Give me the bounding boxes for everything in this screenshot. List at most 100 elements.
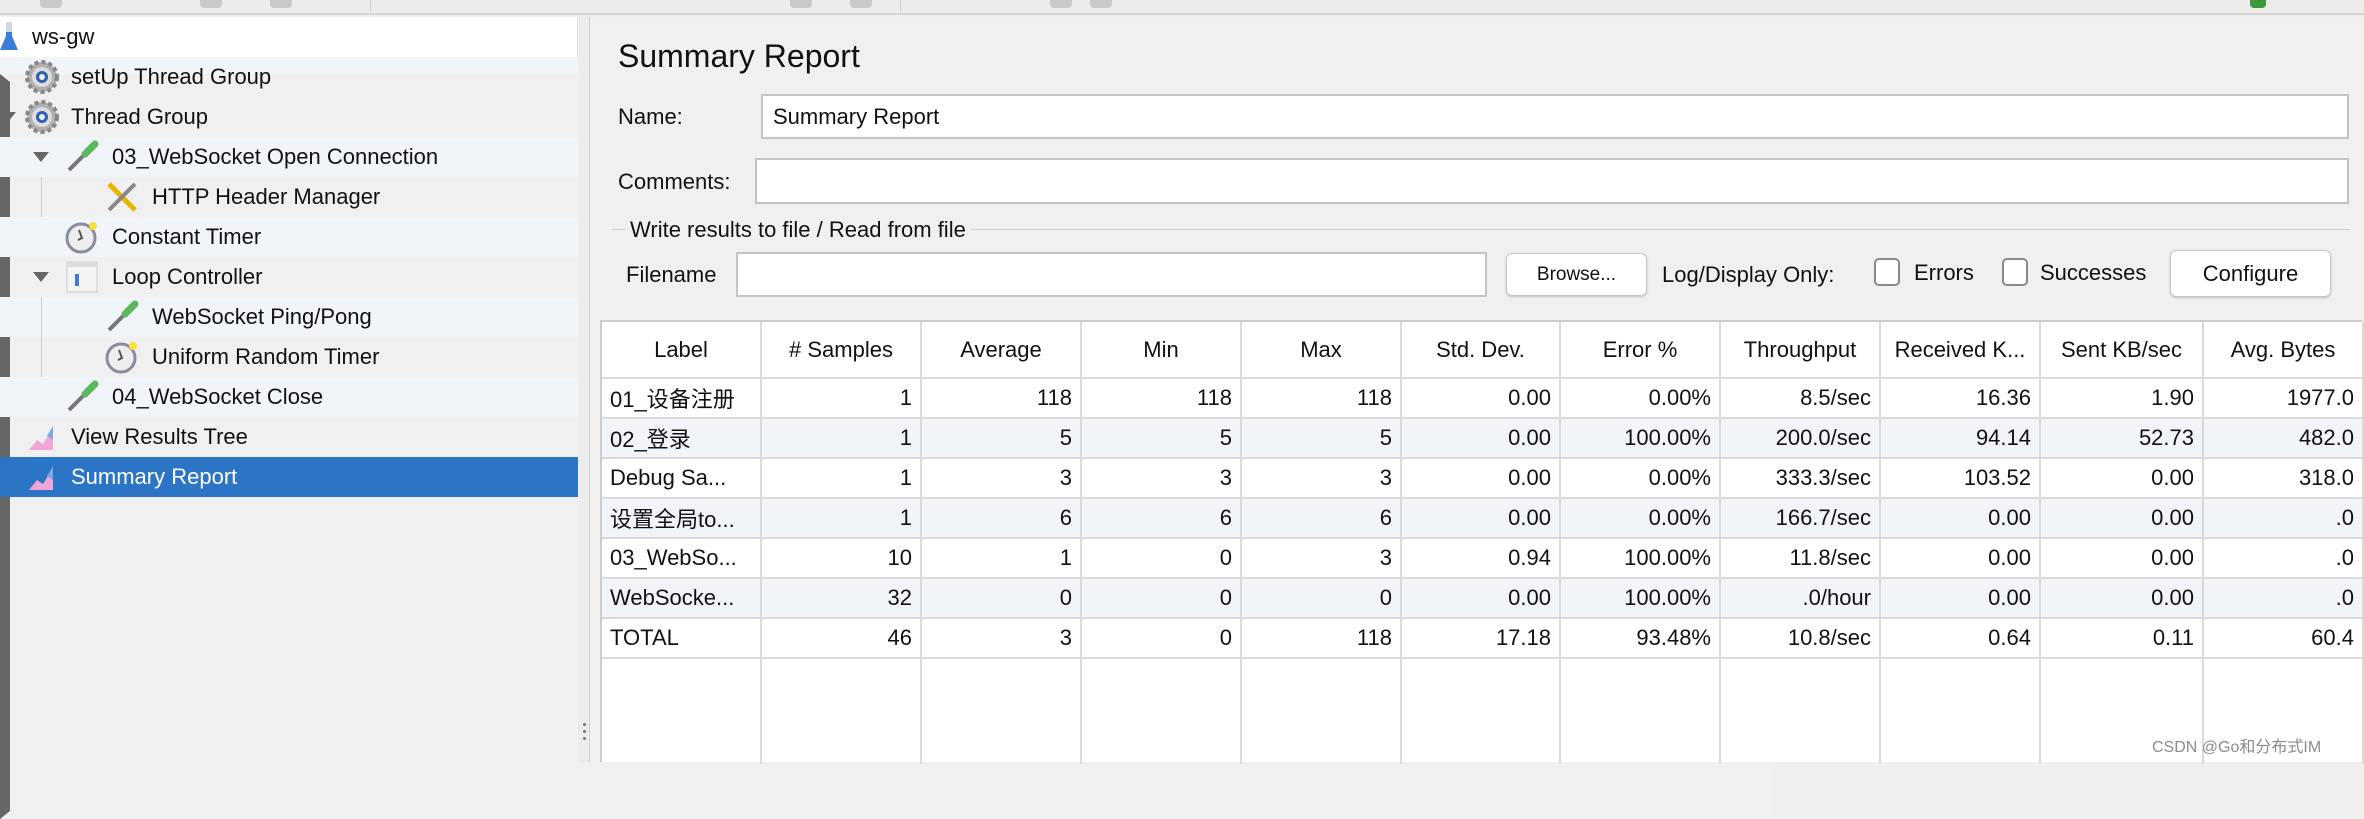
column-header[interactable]: Error % (1561, 322, 1721, 379)
tree-item-04-websocket-close[interactable]: 04_WebSocket Close (0, 377, 578, 417)
successes-checkbox[interactable] (2002, 258, 2028, 286)
table-cell: 118 (1082, 379, 1242, 419)
table-cell: 0.00 (2041, 579, 2204, 619)
column-divider (2039, 659, 2041, 764)
table-cell: 0 (922, 579, 1082, 619)
chart-listener-icon (25, 420, 59, 454)
tree-item-summary-report[interactable]: Summary Report (0, 457, 578, 497)
toolbar-button[interactable] (270, 0, 292, 8)
comments-label: Comments: (618, 169, 731, 194)
tree-item-03-websocket-open-connection[interactable]: 03_WebSocket Open Connection (0, 137, 578, 177)
toolbar-button[interactable] (850, 0, 872, 8)
tree-item-setup-thread-group[interactable]: setUp Thread Group (0, 57, 1773, 819)
column-header[interactable]: Max (1242, 322, 1402, 379)
table-row[interactable]: 01_设备注册 1 118 118 118 0.00 0.00% 8.5/sec 16.36 1.… (602, 379, 2364, 419)
tree-item-uniform-random-timer[interactable]: Uniform Random Timer (0, 337, 578, 377)
column-header[interactable]: Throughput (1721, 322, 1881, 379)
tree-item-constant-timer[interactable]: Constant Timer (0, 217, 578, 257)
table-cell: 3 (1242, 459, 1402, 499)
table-cell: 103.52 (1881, 459, 2041, 499)
file-group-title: Write results to file / Read from file (626, 217, 970, 243)
splitter-grip (583, 737, 586, 740)
table-cell: 0.00 (2041, 539, 2204, 579)
log-display-only-label: Log/Display Only: (1662, 262, 1835, 287)
name-label: Name: (618, 104, 683, 129)
tree-item-label: HTTP Header Manager (152, 184, 381, 209)
column-header[interactable]: Label (602, 322, 762, 379)
table-cell: 0.11 (2041, 619, 2204, 659)
toolbar-button[interactable] (1050, 0, 1072, 8)
toolbar-button[interactable] (40, 0, 62, 8)
tree-item-http-header-manager[interactable]: HTTP Header Manager (0, 177, 578, 217)
table-cell: 10 (762, 539, 922, 579)
table-cell: .0 (2204, 579, 2364, 619)
table-cell: 3 (922, 619, 1082, 659)
pipette-sampler-icon (105, 300, 139, 334)
column-header[interactable]: # Samples (762, 322, 922, 379)
total-row[interactable]: TOTAL 46 3 0 118 17.18 93.48% 10.8/sec 0.64 0.11 6… (602, 619, 2364, 659)
watermark: CSDN @Go和分布式IM (2152, 739, 2322, 756)
column-header[interactable]: Received K... (1881, 322, 2041, 379)
column-divider (1879, 659, 1881, 764)
table-cell: 8.5/sec (1721, 379, 1881, 419)
column-divider (1719, 659, 1721, 764)
browse-button[interactable]: Browse... (1506, 253, 1647, 296)
controller-icon (65, 260, 99, 294)
column-header[interactable]: Min (1082, 322, 1242, 379)
column-header[interactable]: Avg. Bytes (2204, 322, 2364, 379)
table-cell: 0.00 (1881, 539, 2041, 579)
name-input[interactable]: Summary Report (761, 94, 2349, 139)
splitter-grip (583, 723, 586, 726)
pane-splitter[interactable] (579, 17, 590, 762)
table-row[interactable]: 03_WebSo... 10 1 0 3 0.94 100.00% 11.8/sec 0.00 0… (602, 539, 2364, 579)
tree-item-ws-gw[interactable]: ws-gw (0, 17, 578, 57)
wrench-screwdriver-icon (105, 180, 139, 214)
table-cell: 482.0 (2204, 419, 2364, 459)
column-header[interactable]: Average (922, 322, 1082, 379)
toolbar-button[interactable] (1090, 0, 1112, 8)
table-row[interactable]: 设置全局to... 1 6 6 6 0.00 0.00% 166.7/sec 0.00 0.00.… (602, 499, 2364, 539)
chevron-down-icon[interactable] (33, 272, 49, 282)
table-cell: .0/hour (1721, 579, 1881, 619)
table-row[interactable]: WebSocke... 32 0 0 0 0.00 100.00% .0/hour 0.00 0.… (602, 579, 2364, 619)
table-cell: 02_登录 (602, 419, 762, 459)
tree-item-websocket-ping-pong[interactable]: WebSocket Ping/Pong (0, 297, 578, 337)
table-cell: 118 (922, 379, 1082, 419)
column-divider (1240, 659, 1242, 764)
table-cell: 11.8/sec (1721, 539, 1881, 579)
chevron-down-icon[interactable] (0, 112, 16, 122)
column-header[interactable]: Std. Dev. (1402, 322, 1561, 379)
table-cell: 0.00 (2041, 459, 2204, 499)
table-cell: 5 (922, 419, 1082, 459)
toolbar-button[interactable] (200, 0, 222, 8)
table-cell: WebSocke... (602, 579, 762, 619)
table-cell: 0.00 (1402, 419, 1561, 459)
table-cell: 100.00% (1561, 579, 1721, 619)
tree-item-view-results-tree[interactable]: View Results Tree (0, 417, 578, 457)
stopwatch-icon (65, 220, 99, 254)
gear-icon (25, 60, 59, 94)
tree-item-thread-group[interactable]: Thread Group (0, 97, 578, 137)
table-row[interactable]: 02_登录 1 5 5 5 0.00 100.00% 200.0/sec 94.14 52.73 4… (602, 419, 2364, 459)
tree-item-label: Loop Controller (112, 264, 263, 289)
table-cell: Debug Sa... (602, 459, 762, 499)
column-header[interactable]: Sent KB/sec (2041, 322, 2204, 379)
table-cell: 333.3/sec (1721, 459, 1881, 499)
errors-checkbox[interactable] (1874, 258, 1900, 286)
tree-item-loop-controller[interactable]: Loop Controller (0, 257, 578, 297)
table-cell: 0.00 (1402, 379, 1561, 419)
table-cell: 0.64 (1881, 619, 2041, 659)
table-cell: 16.36 (1881, 379, 2041, 419)
table-cell: 1 (762, 419, 922, 459)
configure-button[interactable]: Configure (2170, 250, 2331, 297)
splitter-grip (583, 730, 586, 733)
chevron-down-icon[interactable] (33, 152, 49, 162)
table-cell: 17.18 (1402, 619, 1561, 659)
filename-input[interactable] (736, 252, 1487, 297)
table-row[interactable]: Debug Sa... 1 3 3 3 0.00 0.00% 333.3/sec 103.52 0… (602, 459, 2364, 499)
toolbar-button[interactable] (790, 0, 812, 8)
test-plan-tree[interactable]: ws-gw setUp Thread Group Thread Group 03_We… (0, 17, 1773, 819)
tree-item-label: Summary Report (71, 464, 238, 489)
errors-label: Errors (1914, 260, 1974, 285)
comments-input[interactable] (755, 158, 2349, 204)
